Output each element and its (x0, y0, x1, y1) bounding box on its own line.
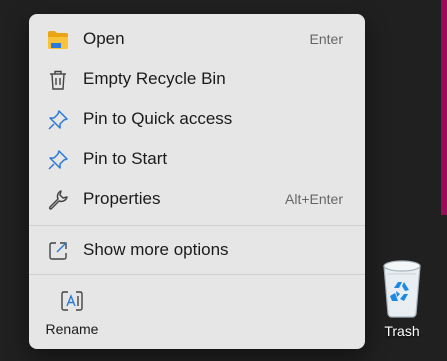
rename-icon (61, 291, 83, 311)
menu-item-label: Show more options (83, 240, 229, 259)
menu-item-shortcut: Alt+Enter (285, 191, 343, 207)
background-window-edge (441, 0, 447, 215)
desktop-icon-label: Trash (384, 323, 420, 339)
wrench-icon (47, 189, 69, 211)
menu-item-label: Pin to Quick access (83, 109, 233, 128)
menu-item-pin-to-quick-access[interactable]: Pin to Quick access (35, 100, 359, 138)
menu-separator (29, 274, 365, 275)
menu-item-label: Pin to Start (83, 149, 168, 168)
menu-item-empty-recycle-bin[interactable]: Empty Recycle Bin (35, 60, 359, 98)
trash-can-icon (47, 69, 69, 91)
menu-item-pin-to-start[interactable]: Pin to Start (35, 140, 359, 178)
menu-item-label: Empty Recycle Bin (83, 69, 226, 88)
menu-item-properties[interactable]: Properties Alt+Enter (35, 180, 359, 218)
open-external-icon (47, 240, 69, 262)
menu-item-shortcut: Enter (309, 31, 343, 47)
menu-item-label: Properties (83, 189, 161, 208)
pin-icon (47, 149, 69, 171)
desktop-icon-trash[interactable]: Trash (368, 258, 436, 348)
menu-item-label: Open (83, 29, 125, 48)
context-menu: Open Enter Empty Recycle Bin Pin to Quic… (29, 14, 365, 349)
recycle-bin-icon (383, 260, 421, 318)
rename-label: Rename (45, 321, 99, 337)
folder-icon (47, 29, 69, 51)
menu-separator (29, 225, 365, 226)
menu-item-open[interactable]: Open Enter (35, 20, 359, 58)
menu-item-show-more-options[interactable]: Show more options (35, 231, 359, 269)
pin-icon (47, 109, 69, 131)
rename-button[interactable]: Rename (39, 284, 105, 342)
